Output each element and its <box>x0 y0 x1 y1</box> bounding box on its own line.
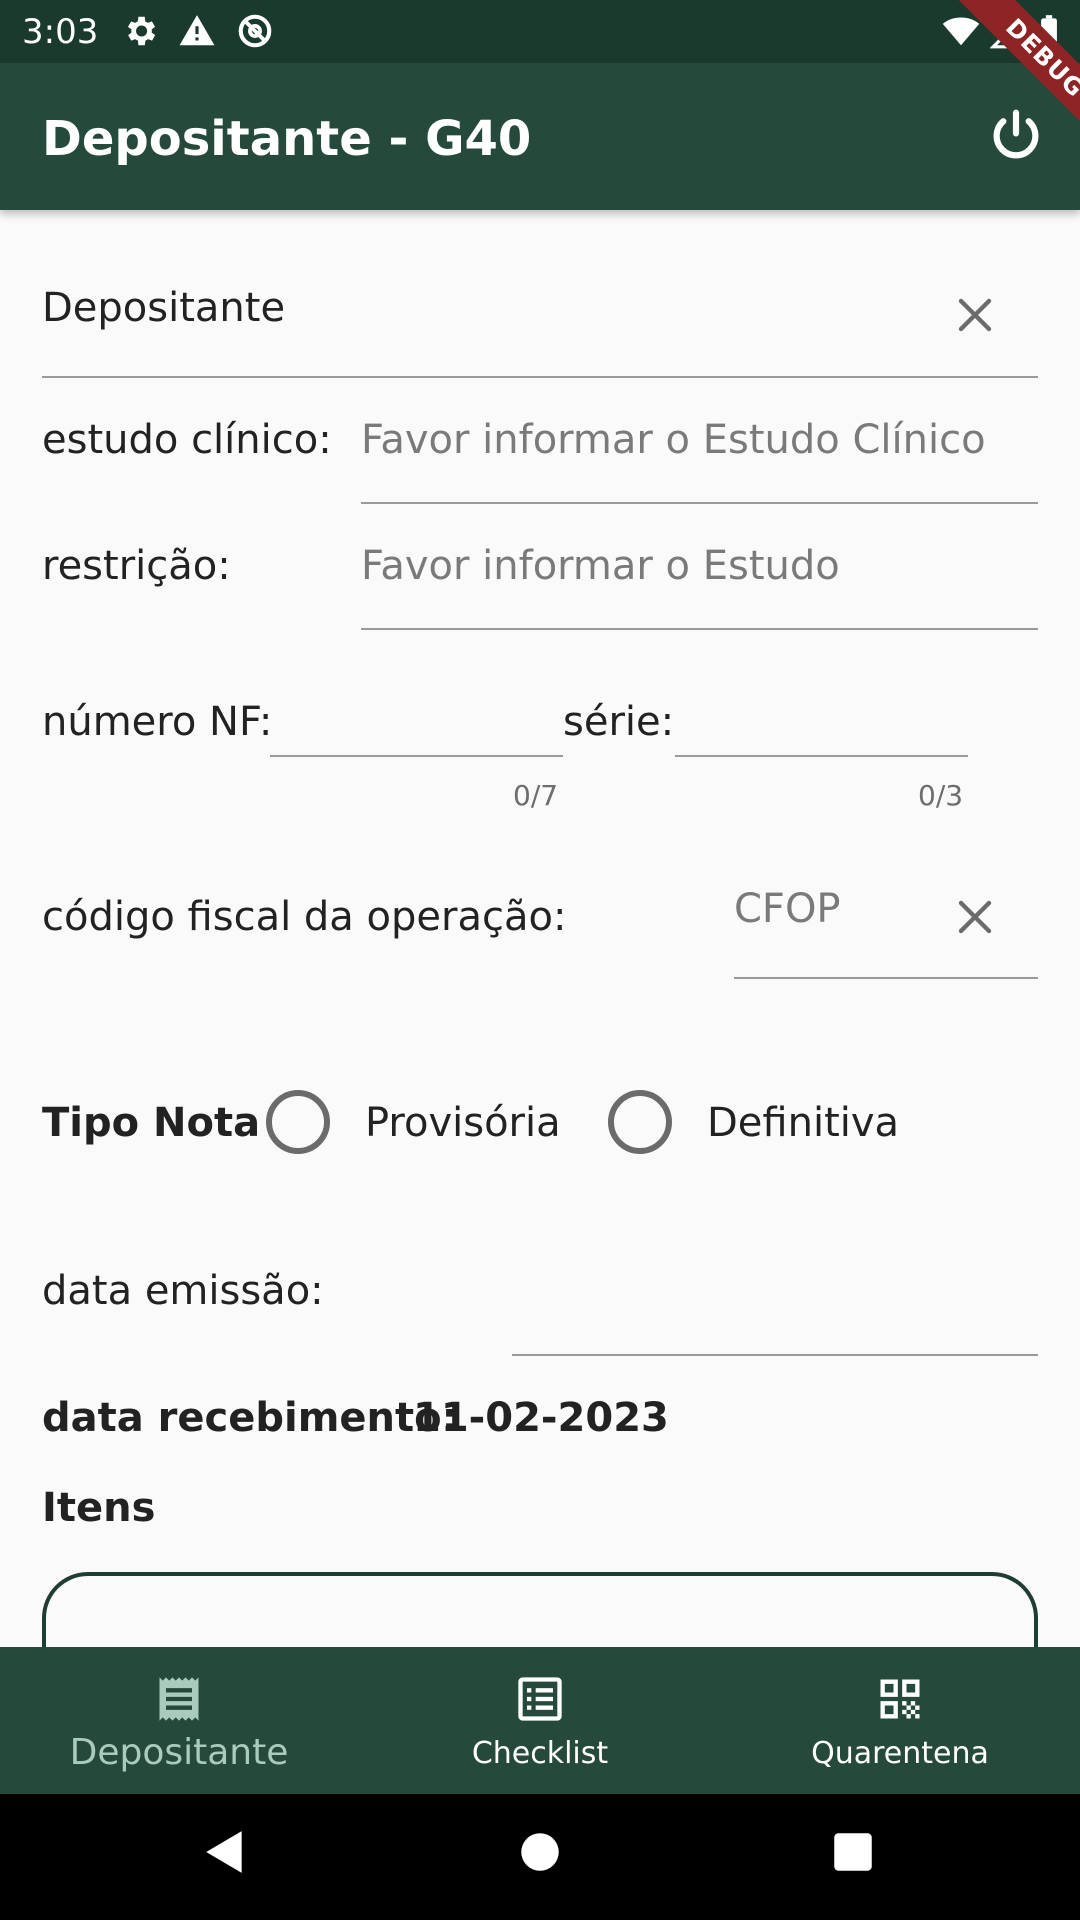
itens-card[interactable] <box>42 1572 1038 1652</box>
depositante-field-underline <box>42 376 1038 378</box>
page-title: Depositante - G40 <box>42 111 532 167</box>
gear-icon <box>127 16 156 46</box>
radio-definitiva[interactable] <box>608 1090 672 1154</box>
numero-nf-label: número NF: <box>42 699 273 745</box>
qr-code-icon <box>880 1679 920 1719</box>
restricao-input[interactable]: Favor informar o Estudo <box>361 542 840 590</box>
nav-item-depositante[interactable]: Depositante <box>29 1647 329 1794</box>
data-emissao-input[interactable] <box>512 1285 1038 1355</box>
serie-input[interactable] <box>675 690 968 756</box>
itens-label: Itens <box>42 1485 156 1531</box>
numero-nf-underline <box>270 755 563 757</box>
estudo-clinico-label: estudo clínico: <box>42 417 332 463</box>
data-emissao-underline <box>512 1354 1038 1356</box>
status-time: 3:03 <box>22 12 99 52</box>
receipt-icon <box>159 1677 199 1721</box>
warning-icon <box>179 15 215 46</box>
radio-definitiva-label[interactable]: Definitiva <box>707 1099 899 1147</box>
nav-label-quarentena: Quarentena <box>811 1736 989 1771</box>
app-bar: Depositante - G40 <box>0 63 1080 210</box>
depositante-field-value[interactable]: Depositante <box>42 284 285 332</box>
nav-item-quarentena[interactable]: Quarentena <box>750 1647 1050 1794</box>
data-emissao-label: data emissão: <box>42 1268 324 1314</box>
at-sign-icon <box>238 14 272 48</box>
numero-nf-input[interactable] <box>270 690 563 756</box>
clear-cfop-icon[interactable] <box>951 893 999 941</box>
debug-banner: DEBUG <box>925 0 1080 155</box>
restricao-underline <box>361 628 1038 630</box>
estudo-clinico-underline <box>361 502 1038 504</box>
nav-label-depositante: Depositante <box>69 1732 289 1773</box>
radio-provisoria[interactable] <box>266 1090 330 1154</box>
debug-banner-label: DEBUG <box>953 0 1080 150</box>
data-recebimento-value: 11-02-2023 <box>413 1395 669 1441</box>
cfop-label: código fiscal da operação: <box>42 894 567 940</box>
nav-item-checklist[interactable]: Checklist <box>390 1647 690 1794</box>
nav-label-checklist: Checklist <box>471 1736 609 1771</box>
cfop-underline <box>734 977 1038 979</box>
restricao-label: restrição: <box>42 543 231 589</box>
bottom-navigation: Depositante Checklist Quarentena <box>0 1647 1080 1794</box>
tipo-nota-label: Tipo Nota <box>42 1100 261 1146</box>
cfop-input[interactable]: CFOP <box>734 885 841 933</box>
serie-counter: 0/3 <box>918 779 964 812</box>
serie-label: série: <box>563 699 675 745</box>
data-recebimento-label: data recebimento: <box>42 1395 458 1441</box>
radio-provisoria-label[interactable]: Provisória <box>365 1099 561 1147</box>
clear-depositante-icon[interactable] <box>951 291 999 339</box>
recents-icon[interactable] <box>828 1827 878 1877</box>
status-bar: 3:03 <box>0 0 1080 63</box>
numero-nf-counter: 0/7 <box>513 779 559 812</box>
home-icon[interactable] <box>515 1827 565 1877</box>
system-navigation-bar <box>0 1794 1080 1920</box>
serie-underline <box>675 755 968 757</box>
checklist-icon <box>518 1677 562 1721</box>
estudo-clinico-input[interactable]: Favor informar o Estudo Clínico <box>361 416 986 464</box>
back-icon[interactable] <box>200 1827 250 1877</box>
